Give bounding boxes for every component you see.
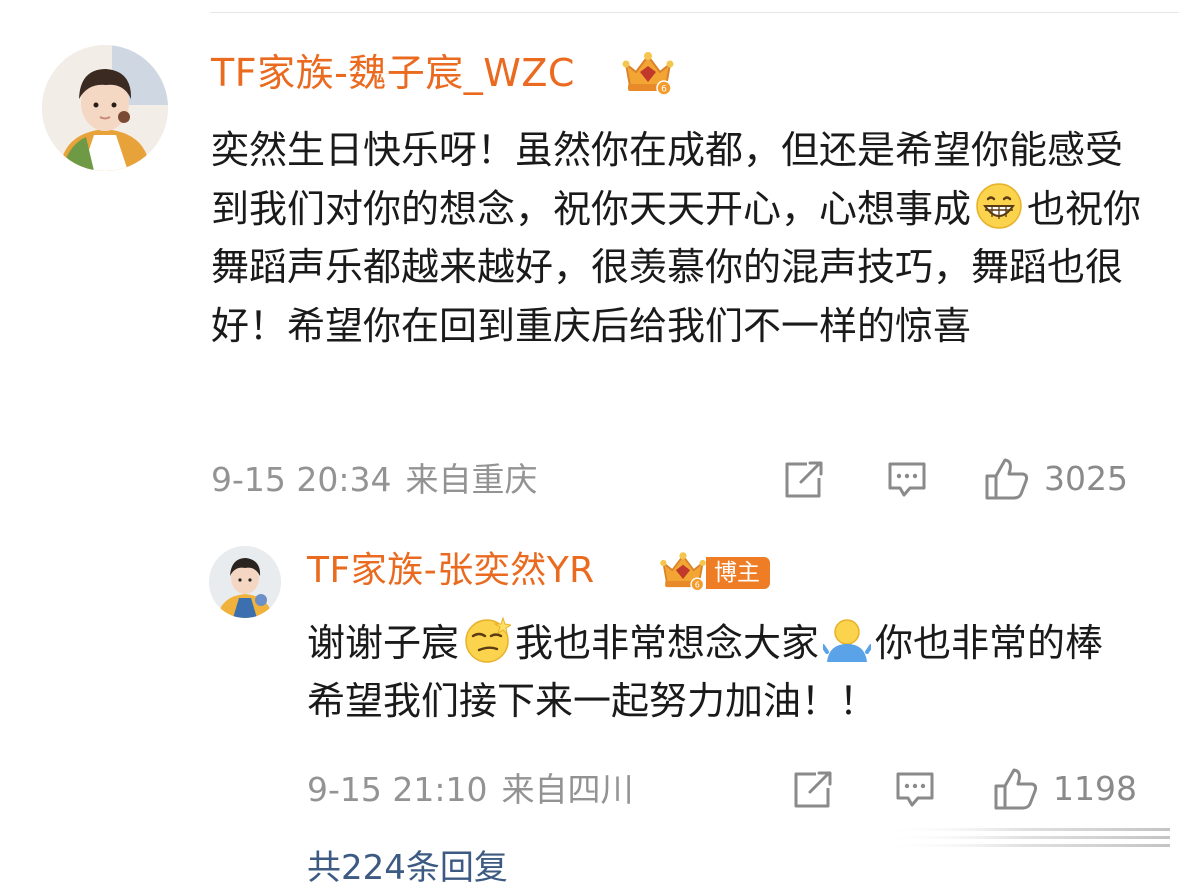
comment-icon (888, 462, 926, 497)
reply-text-part1: 谢谢子宸 (307, 621, 460, 665)
thumbs-up-icon (994, 768, 1038, 810)
more-replies-link[interactable]: 共224条回复 (307, 848, 508, 888)
reply-username[interactable]: TF家族-张奕然YR (307, 549, 595, 593)
blogger-badge: 博主 (706, 557, 770, 589)
comment-username[interactable]: TF家族-魏子宸_WZC (211, 50, 575, 96)
like-count: 3025 (1044, 459, 1128, 498)
reply-text-part2: 我也非常想念大家 (515, 621, 820, 665)
reply-comment-button[interactable] (894, 770, 936, 810)
share-button[interactable] (783, 460, 825, 500)
reply-like-button[interactable]: 1198 (993, 766, 1137, 812)
grinning-face-emoji (976, 182, 1022, 229)
like-button[interactable]: 3025 (984, 456, 1128, 502)
share-icon (794, 771, 832, 808)
reply-like-count: 1198 (1053, 769, 1137, 808)
yellow-person-emoji (823, 619, 872, 662)
reply-time: 9-15 21:10 (307, 770, 488, 809)
reply-text: 谢谢子宸 我也非常想念大家 你也非常的棒 希望我们接下来一起努力加油！！ (307, 614, 1147, 730)
reply-avatar[interactable] (209, 546, 281, 618)
comment-location: 来自重庆 (405, 460, 538, 499)
svg-text:6: 6 (695, 581, 700, 590)
reply-share-button[interactable] (792, 770, 834, 810)
smirking-star-face-emoji (465, 616, 512, 663)
top-divider (210, 12, 1179, 13)
comment-text: 奕然生日快乐呀！虽然你在成都，但还是希望你能感受到我们对你的想念，祝你天天开心，… (211, 121, 1151, 355)
comment-icon (896, 772, 934, 807)
reply-location: 来自四川 (501, 770, 634, 809)
crown-badge-icon: 6 (660, 552, 706, 592)
comment-time: 9-15 20:34 (211, 460, 392, 499)
thumbs-up-icon (985, 458, 1029, 500)
share-icon (785, 461, 823, 498)
comment-meta: 9-15 20:34 来自重庆 (211, 460, 538, 500)
watermark-stripes (880, 828, 1170, 847)
svg-text:6: 6 (661, 85, 667, 95)
crown-badge-icon: 6 (622, 52, 674, 96)
comment-button[interactable] (886, 460, 928, 500)
reply-meta: 9-15 21:10 来自四川 (307, 770, 634, 810)
avatar[interactable] (42, 45, 168, 171)
